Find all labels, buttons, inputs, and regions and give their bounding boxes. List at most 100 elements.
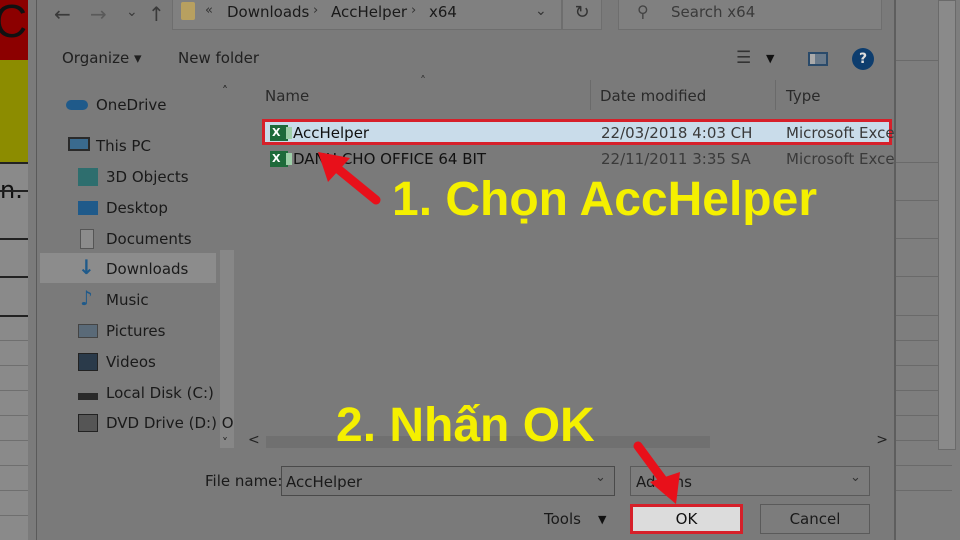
excel-vertical-scrollbar[interactable] <box>938 0 956 450</box>
picture-icon <box>78 324 98 338</box>
nav-item-label: Pictures <box>106 322 166 340</box>
document-icon <box>80 229 94 249</box>
excel-gridline <box>0 490 28 491</box>
file-name: AccHelper <box>293 124 370 142</box>
video-icon <box>78 353 98 371</box>
nav-item-documents[interactable]: Documents <box>78 225 254 253</box>
file-row-acchelper[interactable]: X AccHelper 22/03/2018 4:03 CH Microsoft… <box>262 119 896 145</box>
excel-gridline <box>0 365 28 366</box>
breadcrumb-overflow[interactable]: « <box>205 3 213 18</box>
forward-button[interactable]: → <box>90 2 107 26</box>
excel-file-icon: X <box>270 151 292 167</box>
desktop-icon <box>78 201 98 215</box>
download-icon: ↓ <box>78 255 95 279</box>
help-icon[interactable]: ? <box>852 48 874 70</box>
excel-cell-yellow <box>0 60 28 162</box>
tools-button[interactable]: Tools <box>544 510 581 528</box>
nav-item-label: Local Disk (C:) <box>106 384 214 402</box>
nav-item-videos[interactable]: Videos <box>78 348 254 376</box>
nav-item-label: 3D Objects <box>106 168 189 186</box>
file-type: Microsoft Excel <box>786 150 896 168</box>
nav-item-label: OneDrive <box>96 96 167 114</box>
file-type: Microsoft Excel <box>786 124 896 142</box>
excel-gridline <box>896 490 952 491</box>
nav-item-label: Videos <box>106 353 156 371</box>
refresh-button[interactable]: ↻ <box>562 0 602 30</box>
cancel-button[interactable]: Cancel <box>760 504 870 534</box>
organize-button[interactable]: Organize ▾ <box>62 49 142 67</box>
nav-item-dvd-drive[interactable]: DVD Drive (D:) O <box>78 409 254 437</box>
excel-gridline <box>0 515 28 516</box>
file-date: 22/11/2011 3:35 SA <box>601 150 751 168</box>
file-name-label: File name: <box>205 472 283 490</box>
file-name-dropdown-icon[interactable]: ⌄ <box>595 470 606 485</box>
address-bar[interactable]: « Downloads › AccHelper › x64 ⌄ <box>172 0 562 30</box>
disk-icon <box>78 393 98 400</box>
computer-icon <box>68 137 90 151</box>
nav-item-this-pc[interactable]: This PC <box>68 132 244 160</box>
column-header-type[interactable]: Type <box>786 87 820 105</box>
dvd-icon <box>78 414 98 432</box>
excel-border <box>0 315 28 317</box>
excel-cell-red: C <box>0 0 28 60</box>
scroll-right-icon[interactable]: > <box>876 432 888 448</box>
excel-gridline <box>0 340 28 341</box>
excel-gridline <box>0 390 28 391</box>
breadcrumb-separator[interactable]: › <box>313 3 318 18</box>
back-button[interactable]: ← <box>54 2 71 26</box>
column-header-date-modified[interactable]: Date modified <box>600 87 706 105</box>
excel-file-icon: X <box>270 125 292 141</box>
file-type-dropdown-icon[interactable]: ⌄ <box>850 470 861 485</box>
sort-indicator-icon: ˄ <box>420 74 426 88</box>
column-divider[interactable] <box>590 80 591 110</box>
tools-caret-icon[interactable]: ▼ <box>598 513 606 526</box>
column-header-name[interactable]: Name <box>265 87 309 105</box>
file-date: 22/03/2018 4:03 CH <box>601 124 753 142</box>
nav-item-downloads[interactable]: ↓ Downloads <box>78 255 254 283</box>
preview-pane-icon[interactable] <box>808 52 828 66</box>
nav-item-label: DVD Drive (D:) O <box>106 414 234 432</box>
ok-button[interactable]: OK <box>630 504 743 534</box>
nav-scroll-down-icon[interactable]: ˅ <box>222 436 228 450</box>
breadcrumb-downloads[interactable]: Downloads <box>227 3 309 21</box>
address-dropdown-icon[interactable]: ⌄ <box>535 3 547 19</box>
excel-gridline <box>0 440 28 441</box>
excel-gridline <box>0 465 28 466</box>
red-arrow-icon <box>318 152 381 205</box>
nav-item-label: Documents <box>106 230 192 248</box>
cloud-icon <box>66 100 88 110</box>
excel-border <box>0 238 28 240</box>
up-button[interactable]: ↑ <box>148 2 165 26</box>
excel-gridline <box>896 465 952 466</box>
music-icon: ♪ <box>80 286 93 310</box>
breadcrumb-acchelper[interactable]: AccHelper <box>331 3 407 21</box>
nav-item-onedrive[interactable]: OneDrive <box>66 91 242 119</box>
search-placeholder: Search x64 <box>671 3 756 21</box>
annotation-step-1: 1. Chọn AccHelper <box>392 173 817 226</box>
nav-item-pictures[interactable]: Pictures <box>78 317 254 345</box>
excel-cell-letter: C <box>0 0 28 47</box>
nav-item-local-disk[interactable]: Local Disk (C:) <box>78 379 254 407</box>
nav-item-label: Downloads <box>106 260 189 278</box>
scroll-left-icon[interactable]: < <box>248 432 260 448</box>
new-folder-button[interactable]: New folder <box>178 49 259 67</box>
view-options-caret[interactable]: ▼ <box>766 52 774 65</box>
excel-gridline <box>0 415 28 416</box>
excel-border <box>0 190 28 192</box>
nav-item-desktop[interactable]: Desktop <box>78 194 254 222</box>
cube-icon <box>78 168 98 186</box>
nav-item-music[interactable]: ♪ Music <box>78 286 254 314</box>
view-options-icon[interactable]: ☰ <box>736 48 751 68</box>
breadcrumb-x64[interactable]: x64 <box>429 3 457 21</box>
search-icon: ⚲ <box>637 2 649 21</box>
search-input[interactable]: ⚲ Search x64 <box>618 0 882 30</box>
file-name-input[interactable]: AccHelper <box>281 466 615 496</box>
recent-locations-button[interactable]: ⌄ <box>126 4 138 20</box>
breadcrumb-separator[interactable]: › <box>411 3 416 18</box>
nav-item-label: This PC <box>96 137 151 155</box>
folder-icon <box>181 2 195 20</box>
annotation-step-2: 2. Nhấn OK <box>336 399 595 452</box>
column-divider[interactable] <box>775 80 776 110</box>
nav-item-3d-objects[interactable]: 3D Objects <box>78 163 254 191</box>
excel-border <box>0 162 28 164</box>
